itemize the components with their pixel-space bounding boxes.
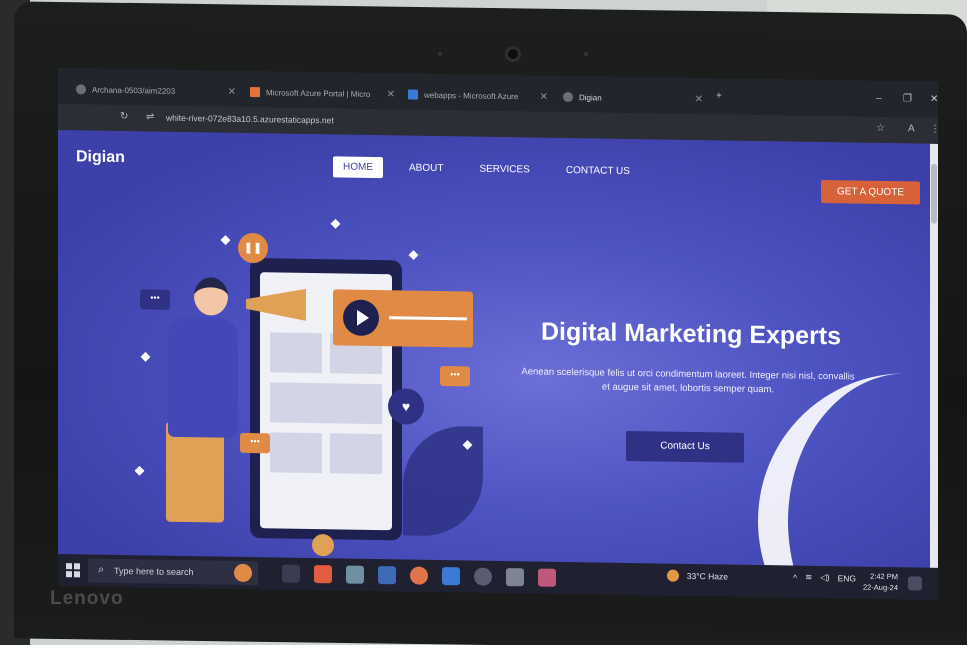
reload-icon[interactable]: ↻ <box>120 111 128 122</box>
play-icon <box>343 299 379 337</box>
laptop-screen: Archana-0503/aim2203 ✕ Microsoft Azure P… <box>58 68 938 600</box>
sparkle-icon <box>134 465 145 476</box>
webcam <box>505 46 521 62</box>
hero-title: Digital Marketing Experts <box>540 317 842 351</box>
person-illustration-body <box>168 316 238 438</box>
nav-contact[interactable]: CONTACT US <box>556 160 640 182</box>
screen-tile <box>270 332 322 374</box>
taskbar-clock[interactable]: 2:42 PM 22-Aug-24 <box>863 571 898 594</box>
chat-bubble-icon: ••• <box>240 432 270 454</box>
search-highlight-icon[interactable] <box>234 563 252 583</box>
mail-icon[interactable] <box>378 566 396 585</box>
notification-icon[interactable] <box>908 576 922 591</box>
github-icon <box>76 84 86 95</box>
main-nav: HOME ABOUT SERVICES CONTACT US <box>333 156 640 182</box>
sensor-dot <box>438 52 442 56</box>
nav-about[interactable]: ABOUT <box>399 157 453 179</box>
nav-home[interactable]: HOME <box>333 156 383 179</box>
sensor-dot <box>584 52 588 56</box>
chat-bubble-icon: ••• <box>440 366 470 387</box>
browser-tab-active[interactable]: Digian ✕ <box>563 86 703 110</box>
site-info-icon[interactable]: ⇌ <box>146 111 154 122</box>
tab-label: Microsoft Azure Portal | Micro <box>266 87 371 99</box>
close-icon[interactable]: ✕ <box>540 91 548 102</box>
tab-label: Digian <box>579 92 602 103</box>
clock-date: 22-Aug-24 <box>862 582 898 593</box>
azure-icon <box>408 89 418 100</box>
windows-start-icon[interactable] <box>66 563 80 578</box>
leaf-decoration <box>403 425 483 537</box>
window-close-icon[interactable]: ✕ <box>930 94 938 105</box>
chrome-icon[interactable] <box>538 568 556 587</box>
taskbar-search-input[interactable]: Type here to search <box>88 558 258 586</box>
screen-tile <box>270 432 322 474</box>
hero-subtitle: Aenean scelerisque felis ut orci condime… <box>521 366 855 396</box>
maximize-icon[interactable]: ❐ <box>903 93 912 104</box>
url-field[interactable]: white-river-072e83a10.5.azurestaticapps.… <box>166 113 334 126</box>
screen-tile <box>330 433 382 475</box>
whatsapp-icon[interactable] <box>474 567 492 586</box>
webpage: Digian HOME ABOUT SERVICES CONTACT US GE… <box>58 130 938 582</box>
volume-icon[interactable]: ◁) <box>820 572 829 583</box>
sparkle-icon <box>408 250 419 261</box>
page-scrollbar[interactable] <box>930 143 938 582</box>
profile-icon[interactable]: A <box>908 123 915 134</box>
weather-widget[interactable]: 33°C Haze <box>666 569 728 583</box>
chat-bubble-icon: ••• <box>140 289 170 310</box>
person-illustration-head <box>194 277 228 316</box>
task-view-icon[interactable] <box>282 564 300 583</box>
tab-label: webapps - Microsoft Azure <box>424 90 519 101</box>
weather-label: 33°C Haze <box>686 570 728 582</box>
git-icon[interactable] <box>506 568 524 587</box>
sparkle-icon <box>220 235 231 246</box>
word-icon[interactable] <box>442 567 460 586</box>
nav-services[interactable]: SERVICES <box>469 158 539 180</box>
close-icon[interactable]: ✕ <box>695 94 703 105</box>
close-icon[interactable]: ✕ <box>387 89 395 100</box>
bookmark-star-icon[interactable]: ☆ <box>876 123 885 134</box>
heart-icon: ♥ <box>388 388 424 425</box>
decorative-curve <box>758 370 938 582</box>
contact-us-button[interactable]: Contact Us <box>626 430 744 463</box>
video-card-illustration <box>333 289 473 348</box>
clock-time: 2:42 PM <box>870 571 898 582</box>
close-icon[interactable]: ✕ <box>228 86 236 97</box>
get-quote-button[interactable]: GET A QUOTE <box>820 179 920 205</box>
scroll-thumb[interactable] <box>931 163 937 224</box>
screen-tile <box>270 382 382 425</box>
file-explorer-icon[interactable] <box>346 565 364 584</box>
search-icon: ⌕ <box>98 563 105 576</box>
browser-tab[interactable]: webapps - Microsoft Azure ✕ <box>408 83 548 107</box>
sparkle-icon <box>140 351 151 362</box>
microsoft-icon <box>250 87 260 98</box>
globe-icon <box>563 91 573 103</box>
video-progress-line <box>389 316 467 321</box>
edge-icon[interactable] <box>314 565 332 584</box>
browser-tab[interactable]: Archana-0503/aim2203 ✕ <box>76 78 236 103</box>
sparkle-icon <box>330 218 341 229</box>
sun-haze-icon <box>666 569 679 582</box>
browser-tab[interactable]: Microsoft Azure Portal | Micro ✕ <box>250 81 395 105</box>
chevron-up-icon[interactable]: ^ <box>793 572 797 582</box>
new-tab-icon[interactable]: + <box>716 90 722 101</box>
circle-decoration <box>312 533 334 557</box>
minimize-icon[interactable]: – <box>876 93 882 104</box>
pause-icon: ❚❚ <box>238 232 268 264</box>
system-tray: ^ ≋ ◁) ENG <box>793 572 856 584</box>
site-logo[interactable]: Digian <box>76 148 125 167</box>
tab-label: Archana-0503/aim2203 <box>92 85 176 96</box>
menu-icon[interactable]: ⋮ <box>930 124 938 135</box>
laptop-brand-logo: Lenovo <box>50 588 124 609</box>
firefox-icon[interactable] <box>410 566 428 585</box>
wifi-icon[interactable]: ≋ <box>805 572 812 583</box>
language-indicator[interactable]: ENG <box>838 573 856 583</box>
